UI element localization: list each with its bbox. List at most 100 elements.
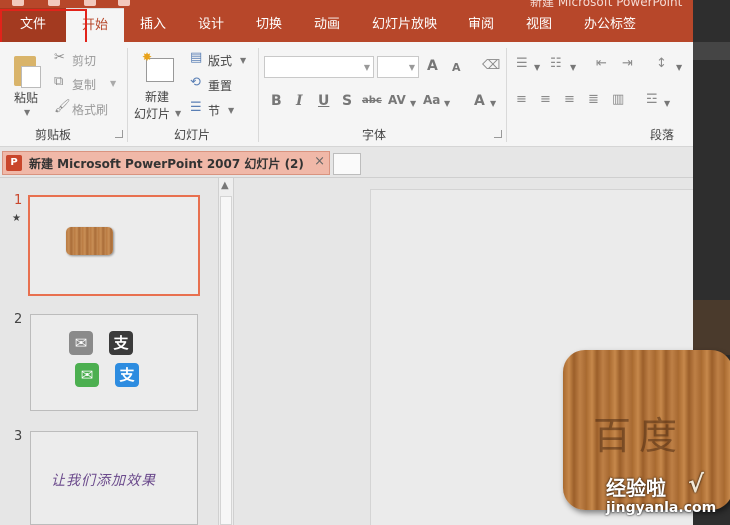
align-right-icon[interactable]: ≡: [564, 92, 575, 107]
tab-slideshow[interactable]: 幻灯片放映: [372, 8, 437, 42]
increase-indent-icon[interactable]: ⇥: [622, 56, 633, 71]
slide-thumbnail-2[interactable]: ✉ 支 ✉ 支: [30, 314, 198, 411]
layout-dropdown-icon[interactable]: ▼: [240, 56, 246, 65]
change-case-dropdown-icon[interactable]: ▼: [444, 99, 450, 108]
copy-icon[interactable]: ⧉: [54, 74, 63, 89]
cut-icon[interactable]: ✂: [54, 50, 65, 65]
strikethrough-button[interactable]: abc: [362, 95, 382, 106]
font-size-combo[interactable]: ▼: [377, 56, 419, 78]
new-slide-dropdown-icon[interactable]: ▼: [175, 109, 181, 118]
tab-view[interactable]: 视图: [526, 8, 552, 42]
decrease-indent-icon[interactable]: ⇤: [596, 56, 607, 71]
carved-text: 百度: [593, 414, 686, 458]
copy-dropdown-icon[interactable]: ▼: [110, 79, 116, 88]
tab-review[interactable]: 审阅: [468, 8, 494, 42]
reset-icon[interactable]: ⟲: [190, 75, 201, 90]
alipay-dark-icon: 支: [109, 331, 133, 355]
underline-button[interactable]: U: [318, 93, 329, 109]
slide-number-2: 2: [14, 312, 23, 327]
text-direction-dropdown-icon[interactable]: ▼: [664, 99, 670, 108]
tab-design[interactable]: 设计: [198, 8, 224, 42]
slide-number-3: 3: [14, 429, 23, 444]
slide-thumbnail-3[interactable]: 让我们添加效果: [30, 431, 198, 525]
char-spacing-dropdown-icon[interactable]: ▼: [410, 99, 416, 108]
shadow-button[interactable]: S: [342, 93, 352, 109]
columns-icon[interactable]: ▥: [612, 92, 624, 107]
font-name-combo[interactable]: ▼: [264, 56, 374, 78]
ribbon-home: 粘贴 ▼ ✂ 剪切 ⧉ 复制 ▼ 🖌 格式刷 剪贴板 ✸ 新建 幻灯片 ▼ ▤ …: [0, 42, 693, 147]
undo-icon[interactable]: [84, 0, 96, 6]
justify-icon[interactable]: ≣: [588, 92, 599, 107]
grow-font-icon[interactable]: A: [427, 58, 438, 74]
wood-tile-image: [66, 227, 113, 255]
save-icon[interactable]: [48, 0, 60, 6]
change-case-button[interactable]: Aa: [423, 93, 440, 107]
window-title: 新建 Microsoft PowerPoint: [530, 0, 683, 8]
bullets-dropdown-icon[interactable]: ▼: [534, 63, 540, 72]
group-divider: [127, 48, 128, 142]
paste-dropdown-icon[interactable]: ▼: [24, 108, 30, 117]
watermark: 经验啦 √ jingyanla.com: [600, 470, 725, 522]
section-icon[interactable]: ☰: [190, 100, 202, 115]
italic-button[interactable]: I: [296, 93, 303, 109]
format-painter-icon[interactable]: 🖌: [54, 99, 71, 114]
tab-transitions[interactable]: 切换: [256, 8, 282, 42]
powerpoint-file-icon: P: [6, 155, 22, 171]
paragraph-group-label: 段落: [650, 128, 675, 142]
title-bar: 新建 Microsoft PowerPoint: [0, 0, 730, 8]
numbering-icon[interactable]: ☷: [550, 56, 562, 71]
clipboard-launcher-icon[interactable]: [115, 130, 123, 138]
new-slide-button-line1[interactable]: 新建: [145, 88, 169, 105]
copy-button[interactable]: 复制: [72, 76, 96, 93]
tab-animations[interactable]: 动画: [314, 8, 340, 42]
format-painter-button[interactable]: 格式刷: [72, 101, 108, 118]
app-logo-icon: [12, 0, 24, 6]
new-tab-button[interactable]: [333, 153, 361, 175]
new-slide-button-line2[interactable]: 幻灯片: [134, 105, 170, 122]
tab-insert[interactable]: 插入: [140, 8, 166, 42]
section-button[interactable]: 节: [208, 102, 220, 119]
text-direction-icon[interactable]: ☲: [646, 92, 658, 107]
slide-thumbnail-panel: 1 ★ 2 ✉ 支 ✉ 支 3 让我们添加效果: [0, 178, 218, 525]
cut-button[interactable]: 剪切: [72, 52, 96, 69]
section-dropdown-icon[interactable]: ▼: [228, 106, 234, 115]
font-launcher-icon[interactable]: [494, 130, 502, 138]
watermark-domain: jingyanla.com: [606, 500, 717, 516]
paste-icon[interactable]: [12, 52, 42, 88]
group-divider: [258, 48, 259, 142]
font-group-label: 字体: [362, 128, 387, 142]
slides-group-label: 幻灯片: [174, 128, 211, 142]
document-tab[interactable]: P 新建 Microsoft PowerPoint 2007 幻灯片 (2) ×: [2, 151, 330, 175]
tab-office-tabs[interactable]: 办公标签: [584, 8, 636, 42]
close-tab-icon[interactable]: ×: [314, 154, 325, 169]
redo-icon[interactable]: [118, 0, 130, 6]
clear-formatting-icon[interactable]: ⌫: [482, 58, 500, 73]
bold-button[interactable]: B: [271, 93, 282, 109]
font-color-button[interactable]: A: [474, 93, 485, 109]
align-left-icon[interactable]: ≡: [516, 92, 527, 107]
ribbon-tab-bar: 文件 开始 插入 设计 切换 动画 幻灯片放映 审阅 视图 办公标签: [0, 8, 693, 44]
scroll-up-arrow-icon[interactable]: ▲: [218, 179, 234, 195]
font-color-dropdown-icon[interactable]: ▼: [490, 99, 496, 108]
reset-button[interactable]: 重置: [208, 77, 232, 94]
char-spacing-button[interactable]: AV: [388, 93, 406, 107]
slide-thumbnail-1[interactable]: [28, 195, 200, 296]
group-divider: [506, 48, 507, 142]
clipboard-group-label: 剪贴板: [35, 128, 72, 142]
line-spacing-dropdown-icon[interactable]: ▼: [676, 63, 682, 72]
scrollbar-thumb[interactable]: [220, 196, 232, 525]
wechat-green-icon: ✉: [75, 363, 99, 387]
layout-icon[interactable]: ▤: [190, 50, 202, 65]
alipay-blue-icon: 支: [115, 363, 139, 387]
new-slide-icon[interactable]: ✸: [142, 50, 174, 82]
align-center-icon[interactable]: ≡: [540, 92, 551, 107]
numbering-dropdown-icon[interactable]: ▼: [570, 63, 576, 72]
line-spacing-icon[interactable]: ↕: [656, 56, 667, 71]
document-tab-label: 新建 Microsoft PowerPoint 2007 幻灯片 (2): [29, 157, 304, 171]
watermark-brand: 经验啦: [606, 476, 666, 500]
animation-star-icon: ★: [12, 213, 21, 224]
shrink-font-icon[interactable]: A: [452, 61, 461, 74]
paste-button[interactable]: 粘贴: [14, 89, 38, 106]
layout-button[interactable]: 版式: [208, 52, 232, 69]
bullets-icon[interactable]: ☰: [516, 56, 528, 71]
